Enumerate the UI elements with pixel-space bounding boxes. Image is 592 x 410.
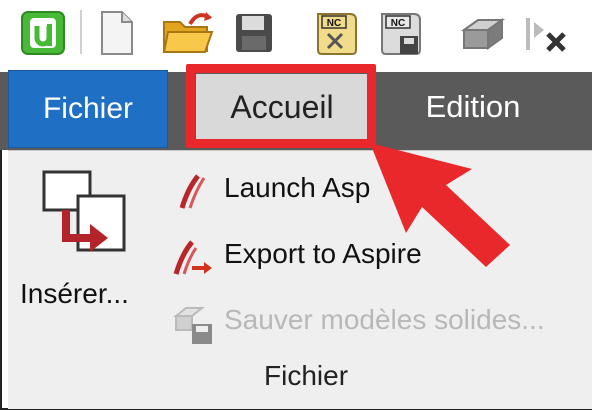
insert-label: Insérer... <box>20 278 129 309</box>
save-solid-models-button[interactable]: Sauver modèles solides... <box>170 298 590 346</box>
clear-axis-icon[interactable] <box>520 8 572 58</box>
annotation-arrow-icon <box>370 143 510 267</box>
nc-program-icon[interactable]: NC <box>312 8 362 58</box>
ribbon-group-label: Fichier <box>264 360 349 391</box>
new-document-icon[interactable] <box>94 8 138 58</box>
toolbar-separator <box>80 10 82 54</box>
svg-text:NC: NC <box>391 18 405 29</box>
aspire-icon <box>179 174 206 209</box>
svg-text:NC: NC <box>327 18 341 29</box>
open-folder-icon[interactable] <box>160 8 216 58</box>
save-solids-icon <box>173 307 212 344</box>
save-floppy-icon[interactable] <box>232 8 276 58</box>
tab-fichier[interactable]: Fichier <box>8 70 168 148</box>
insert-icon <box>42 170 126 252</box>
nc-save-icon[interactable]: NC <box>376 8 426 58</box>
insert-button[interactable]: Insérer... <box>20 166 158 326</box>
export-aspire-icon <box>173 240 212 275</box>
save-solid-models-label: Sauver modèles solides... <box>224 304 545 335</box>
highlight-box <box>186 64 376 148</box>
3d-solid-icon[interactable] <box>458 8 508 58</box>
tab-edition[interactable]: Edition <box>388 74 558 140</box>
app-logo-icon[interactable] <box>18 8 68 58</box>
quick-access-toolbar: NC NC <box>0 0 592 72</box>
launch-aspire-label: Launch Asp <box>224 172 371 203</box>
